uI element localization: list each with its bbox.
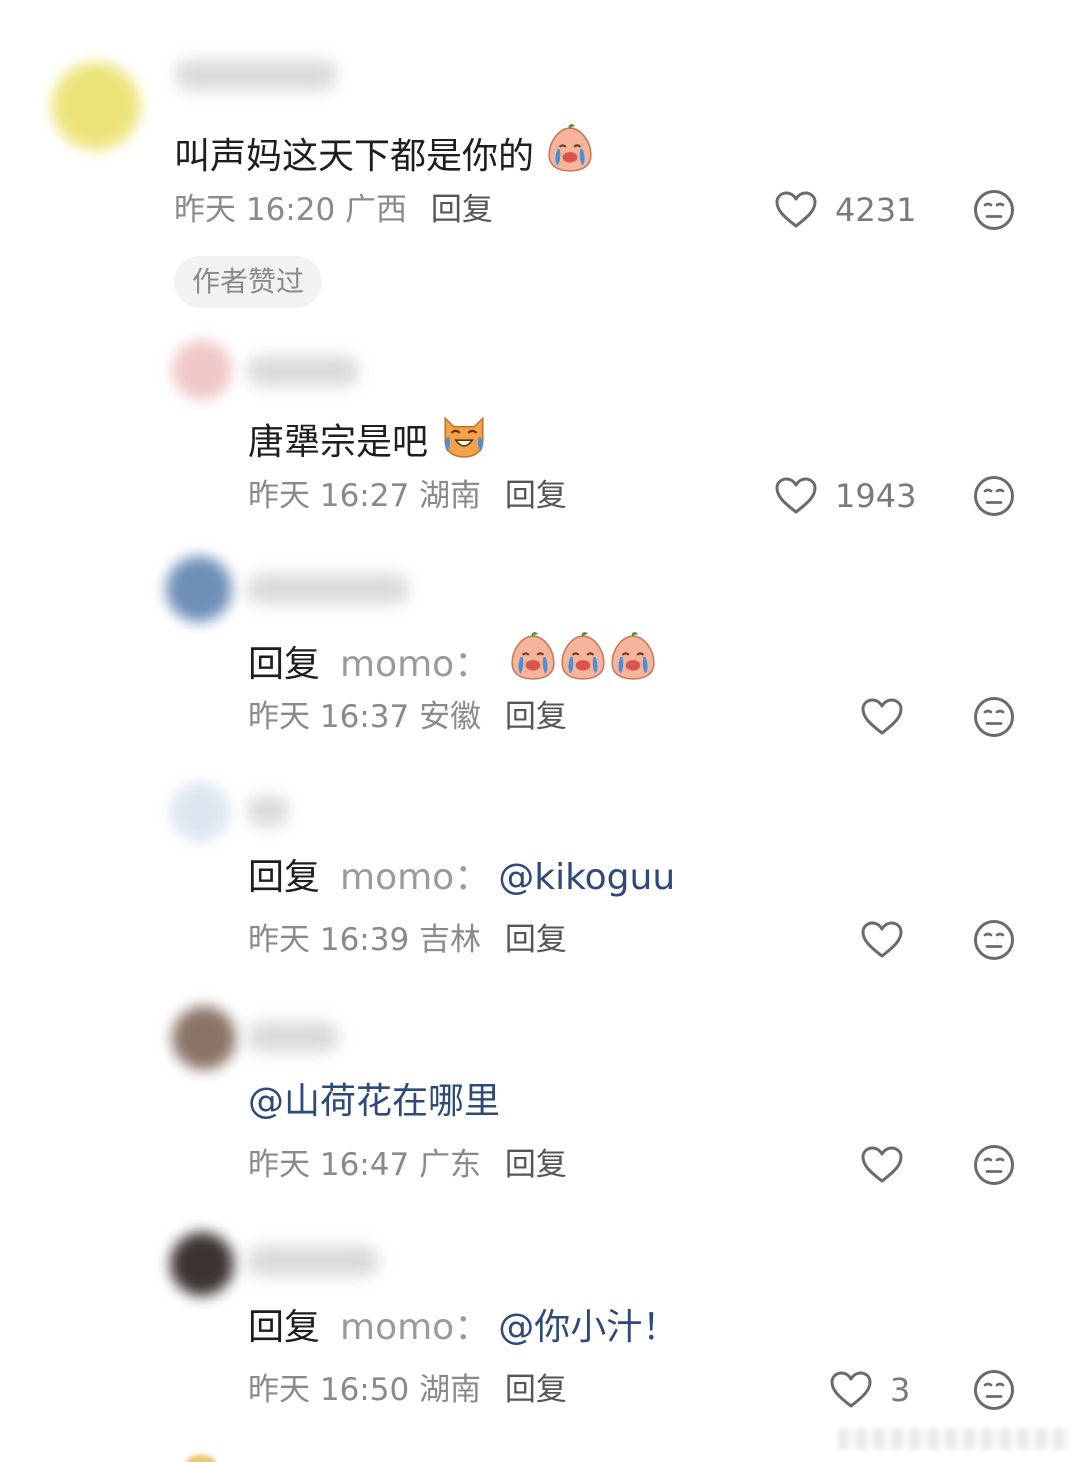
meh-face-icon[interactable] xyxy=(973,1144,1015,1186)
location: 湖南 xyxy=(419,1372,482,1408)
comment-meta: 昨天 16:47 广东 回复 xyxy=(248,1145,567,1185)
location: 广东 xyxy=(419,1147,482,1183)
mention-link[interactable]: @kikoguu xyxy=(498,857,675,898)
crying-peach-emoji xyxy=(558,632,608,682)
location: 吉林 xyxy=(419,922,482,958)
comment-text: 回复 momo： xyxy=(248,632,658,687)
avatar[interactable] xyxy=(172,1006,236,1070)
heart-outline-icon xyxy=(861,1146,903,1184)
username[interactable] xyxy=(248,574,408,604)
next-avatar-peek xyxy=(186,1455,216,1462)
mention-link[interactable]: @你小汁！ xyxy=(498,1307,678,1348)
like-button[interactable] xyxy=(861,1143,903,1187)
comment-meta: 昨天 16:50 湖南 回复 xyxy=(248,1370,567,1410)
like-button[interactable]: 1943 xyxy=(775,474,916,518)
comment-text: 回复 momo： @kikoguu xyxy=(248,856,675,900)
mention-link[interactable]: @山荷花在哪里 xyxy=(248,1081,500,1122)
crying-peach-emoji xyxy=(608,632,658,682)
comment-meta: 昨天 16:37 安徽 回复 xyxy=(248,697,567,737)
reply-prefix: 回复 xyxy=(248,644,321,685)
timestamp: 昨天 16:50 xyxy=(248,1372,410,1408)
reply-button[interactable]: 回复 xyxy=(505,922,567,958)
reply-prefix: 回复 xyxy=(248,857,321,898)
timestamp: 昨天 16:27 xyxy=(248,478,410,514)
meh-face-icon[interactable] xyxy=(973,1369,1015,1411)
reply-button[interactable]: 回复 xyxy=(505,1147,567,1183)
reply-button[interactable]: 回复 xyxy=(505,478,567,514)
avatar[interactable] xyxy=(170,1232,234,1296)
timestamp: 昨天 16:37 xyxy=(248,699,410,735)
crying-peach-emoji xyxy=(508,632,558,682)
reply-button[interactable]: 回复 xyxy=(505,1372,567,1408)
username[interactable] xyxy=(248,356,358,386)
like-count: 3 xyxy=(890,1371,911,1409)
heart-outline-icon xyxy=(775,191,817,229)
location: 广西 xyxy=(345,192,408,228)
timestamp: 昨天 16:47 xyxy=(248,1147,410,1183)
avatar[interactable] xyxy=(170,782,230,842)
comment-meta: 昨天 16:39 吉林 回复 xyxy=(248,920,567,960)
heart-outline-icon xyxy=(830,1371,872,1409)
avatar[interactable] xyxy=(52,62,140,150)
reply-target[interactable]: momo： xyxy=(340,644,490,685)
comment-text: 回复 momo： @你小汁！ xyxy=(248,1306,678,1350)
reply-prefix: 回复 xyxy=(248,1307,321,1348)
comment-meta: 昨天 16:20 广西 回复 xyxy=(174,190,493,230)
like-button[interactable] xyxy=(861,695,903,739)
meh-face-icon[interactable] xyxy=(973,189,1015,231)
reply-button[interactable]: 回复 xyxy=(431,192,493,228)
like-button[interactable]: 3 xyxy=(830,1368,910,1412)
username[interactable] xyxy=(176,60,336,90)
location: 安徽 xyxy=(419,699,482,735)
author-liked-badge: 作者赞过 xyxy=(174,256,323,308)
comment-thread: 叫声妈这天下都是你的 昨天 16:20 广西 回复 4231 作者赞过 唐犟宗是… xyxy=(0,0,1080,1462)
avatar[interactable] xyxy=(166,556,232,622)
laughing-cat-emoji xyxy=(439,410,489,460)
heart-outline-icon xyxy=(861,698,903,736)
like-count: 4231 xyxy=(835,191,917,229)
meh-face-icon[interactable] xyxy=(973,475,1015,517)
reply-button[interactable]: 回复 xyxy=(505,699,567,735)
crying-peach-emoji xyxy=(545,124,595,174)
like-button[interactable]: 4231 xyxy=(775,188,916,232)
username[interactable] xyxy=(248,796,288,826)
like-count: 1943 xyxy=(835,477,917,515)
reply-target[interactable]: momo： xyxy=(340,1307,490,1348)
reply-target[interactable]: momo： xyxy=(340,857,490,898)
username[interactable] xyxy=(248,1022,338,1052)
comment-text: 叫声妈这天下都是你的 xyxy=(174,124,595,179)
like-button[interactable] xyxy=(861,918,903,962)
watermark xyxy=(838,1428,1070,1450)
meh-face-icon[interactable] xyxy=(973,696,1015,738)
location: 湖南 xyxy=(419,478,482,514)
heart-outline-icon xyxy=(775,477,817,515)
comment-meta: 昨天 16:27 湖南 回复 xyxy=(248,476,567,516)
timestamp: 昨天 16:39 xyxy=(248,922,410,958)
timestamp: 昨天 16:20 xyxy=(174,192,336,228)
meh-face-icon[interactable] xyxy=(973,919,1015,961)
username[interactable] xyxy=(248,1246,378,1276)
avatar[interactable] xyxy=(172,340,232,400)
comment-text: @山荷花在哪里 xyxy=(248,1080,500,1124)
comment-text: 唐犟宗是吧 xyxy=(248,410,489,465)
heart-outline-icon xyxy=(861,921,903,959)
